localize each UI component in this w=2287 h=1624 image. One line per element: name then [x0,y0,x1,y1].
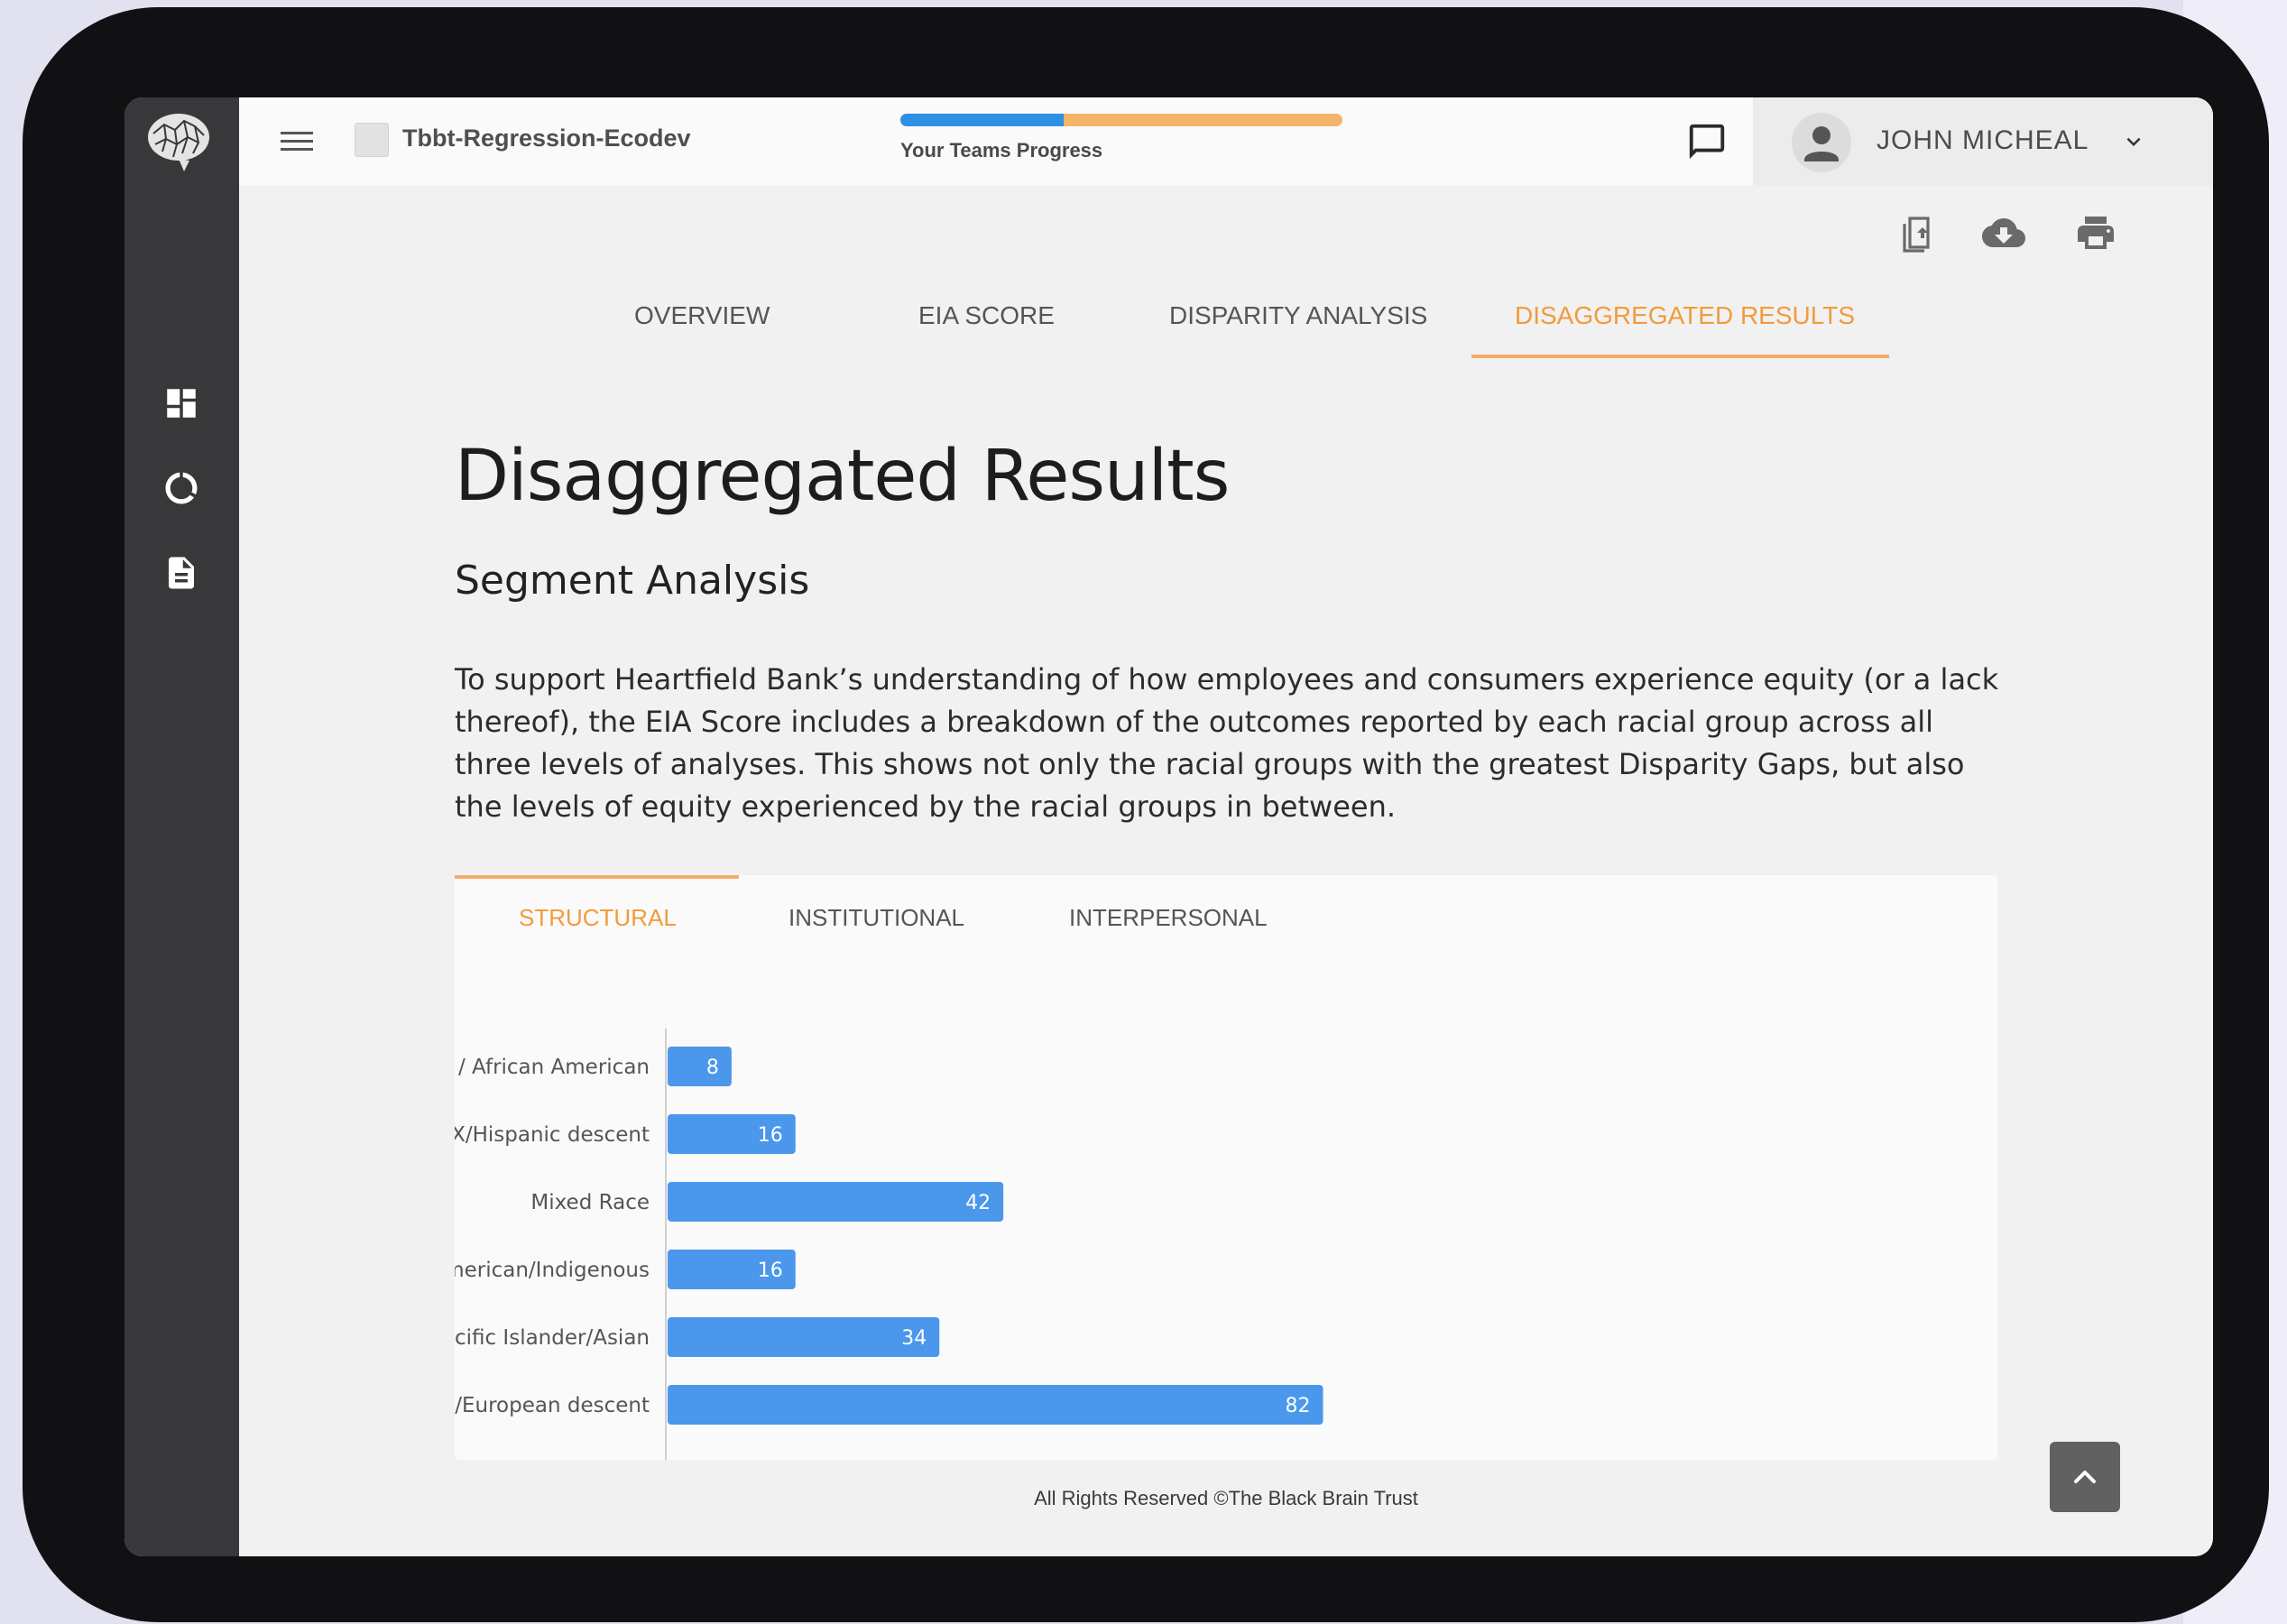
hamburger-menu-icon[interactable] [279,126,315,157]
segment-analysis-card: STRUCTURAL INSTITUTIONAL INTERPERSONAL B… [455,875,1997,1460]
bar-chart: Black / African American 8 LatinX/Hispanic… [455,1029,1323,1460]
user-avatar-icon [1804,126,1839,161]
team-progress-bar [900,114,1342,126]
user-name[interactable]: JOHN MICHEAL [1877,125,2089,156]
chart-bar[interactable] [668,1317,940,1357]
donut-chart-icon[interactable] [162,469,200,507]
document-icon[interactable] [162,554,200,592]
bar-value-label: 16 [758,1124,783,1147]
chat-icon[interactable] [1686,121,1728,162]
category-label: Native American/Indigenous [455,1259,650,1282]
tablet-frame: Tbbt-Regression-Ecodev Your Teams Progre… [23,7,2269,1622]
team-progress-fill [900,114,1065,126]
section-title: Segment Analysis [455,558,810,604]
sidebar [124,97,239,1556]
chart-bar[interactable] [668,1385,1323,1425]
print-icon[interactable] [2074,211,2117,254]
page-title: Disaggregated Results [455,436,1230,517]
chevron-up-icon [2074,1471,2096,1483]
app-screen: Tbbt-Regression-Ecodev Your Teams Progre… [124,97,2213,1556]
category-label: Mixed Race [530,1191,650,1214]
bar-value-label: 8 [706,1057,719,1079]
top-bar: Tbbt-Regression-Ecodev Your Teams Progre… [239,97,2213,186]
bar-value-label: 42 [965,1192,991,1214]
category-label: LatinX/Hispanic descent [455,1123,650,1147]
cloud-download-icon[interactable] [1982,211,2025,254]
project-icon [355,123,389,157]
share-document-icon[interactable] [1895,211,1939,254]
bar-value-label: 34 [901,1327,927,1350]
chart-bar[interactable] [668,1047,732,1086]
scroll-to-top-button[interactable] [2050,1442,2120,1512]
dashboard-icon[interactable] [162,384,200,422]
bar-value-label: 82 [1286,1395,1311,1417]
tab-disparity-analysis[interactable]: DISPARITY ANALYSIS [1169,301,1427,330]
user-menu[interactable]: JOHN MICHEAL [1753,97,2213,186]
tab-overview[interactable]: OVERVIEW [634,301,770,330]
active-tab-underline [1471,355,1889,358]
tab-disaggregated-results[interactable]: DISAGGREGATED RESULTS [1515,301,1855,330]
footer-text: All Rights Reserved ©The Black Brain Tru… [1034,1487,1418,1509]
chevron-down-icon[interactable] [2120,128,2147,155]
category-label: White/European descent [455,1394,650,1417]
team-progress-label: Your Teams Progress [900,139,1103,161]
avatar[interactable] [1792,113,1851,172]
brain-logo-icon[interactable] [143,108,215,173]
project-name[interactable]: Tbbt-Regression-Ecodev [402,125,691,152]
category-label: Pacific Islander/Asian [455,1326,650,1350]
chart-bar[interactable] [668,1182,1004,1222]
description-text: To support Heartfield Bank’s understandi… [455,662,1999,824]
tab-eia-score[interactable]: EIA SCORE [918,301,1055,330]
bar-value-label: 16 [758,1260,783,1282]
category-label: Black / African American [455,1056,650,1079]
